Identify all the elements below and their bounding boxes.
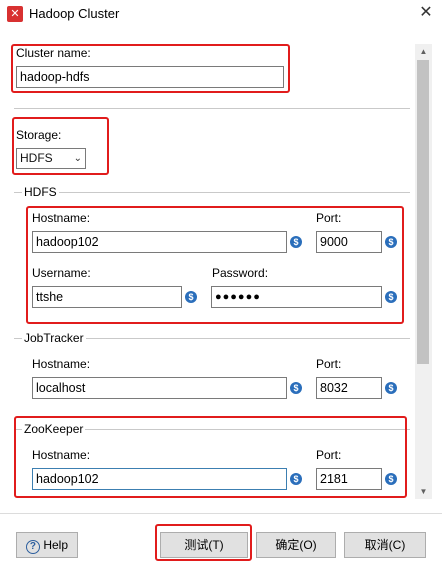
divider [14, 108, 410, 109]
footer-divider [0, 513, 442, 514]
scroll-up-icon[interactable]: ▲ [415, 44, 432, 59]
jobtracker-group-title: JobTracker [22, 331, 86, 345]
cluster-name-highlight [11, 44, 290, 93]
jobtracker-hostname-input[interactable]: localhost [32, 377, 287, 399]
variable-icon[interactable]: $ [290, 382, 302, 394]
scroll-down-icon[interactable]: ▼ [415, 484, 432, 499]
test-button-highlight [155, 524, 252, 561]
cancel-button[interactable]: 取消(C) [344, 532, 426, 558]
ok-button[interactable]: 确定(O) [256, 532, 336, 558]
scrollbar-thumb[interactable] [417, 60, 429, 364]
storage-highlight [12, 117, 109, 175]
jobtracker-hostname-label: Hostname: [32, 357, 91, 371]
hdfs-group-line [14, 192, 410, 193]
jobtracker-port-input[interactable]: 8032 [316, 377, 382, 399]
hdfs-group-title: HDFS [22, 185, 59, 199]
app-icon: ✕ [7, 6, 23, 22]
zookeeper-highlight [14, 416, 407, 498]
jobtracker-port-label: Port: [316, 357, 342, 371]
close-icon[interactable]: ✕ [414, 2, 438, 24]
hdfs-highlight [26, 206, 404, 324]
help-button[interactable]: ? Help [16, 532, 78, 558]
help-icon: ? [25, 540, 40, 554]
variable-icon[interactable]: $ [385, 382, 397, 394]
window-title: Hadoop Cluster [29, 6, 120, 21]
help-button-label: Help [43, 538, 69, 552]
